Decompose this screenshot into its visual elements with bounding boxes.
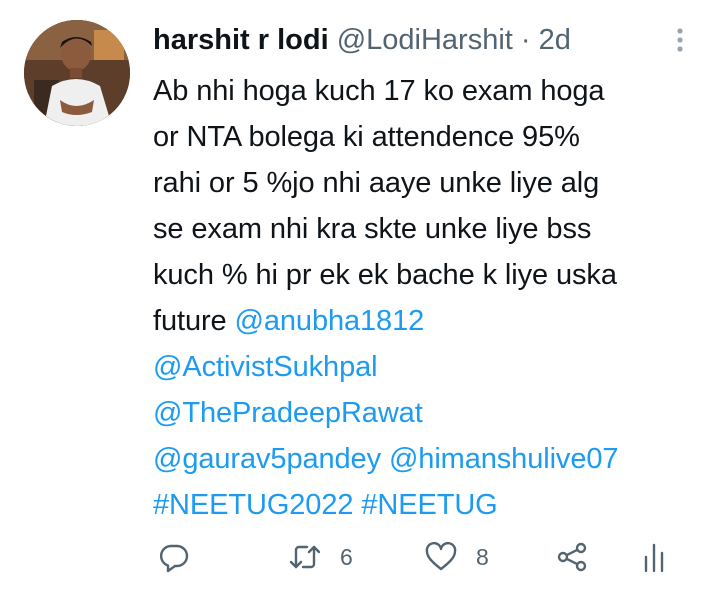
tweet-text: Ab nhi hoga kuch 17 ko exam hoga or NTA … bbox=[153, 68, 698, 528]
reply-icon bbox=[159, 544, 189, 573]
analytics-button[interactable] bbox=[640, 532, 668, 582]
retweet-count: 6 bbox=[340, 543, 353, 570]
mention-link[interactable]: @himanshulive07 bbox=[389, 443, 619, 475]
hashtag-link[interactable]: #NEETUG bbox=[361, 489, 497, 521]
tweet-card[interactable]: harshit r lodi @LodiHarshit · 2d Ab nhi … bbox=[0, 0, 719, 595]
author-handle[interactable]: @LodiHarshit bbox=[337, 24, 513, 56]
share-icon bbox=[557, 542, 587, 572]
tweet-text-line: se exam nhi kra skte unke liye bss bbox=[153, 206, 698, 252]
tweet-text-line: rahi or 5 %jo nhi aaye unke liye alg bbox=[153, 160, 698, 206]
analytics-icon bbox=[644, 543, 664, 573]
heart-icon bbox=[425, 541, 457, 571]
text-segment: rahi or 5 %jo nhi aaye unke liye alg bbox=[153, 167, 600, 199]
retweet-icon bbox=[289, 545, 321, 569]
text-segment: se exam nhi kra skte unke liye bss bbox=[153, 213, 592, 245]
like-count: 8 bbox=[476, 543, 489, 570]
separator-dot: · bbox=[520, 24, 531, 56]
tweet-text-line: future @anubha1812 bbox=[153, 298, 698, 344]
tweet-text-line: @gaurav5pandey @himanshulive07 bbox=[153, 436, 698, 482]
tweet-actions: 6 8 bbox=[0, 532, 719, 582]
tweet-text-line: #NEETUG2022 #NEETUG bbox=[153, 482, 698, 528]
text-segment: or NTA bolega ki attendence 95% bbox=[153, 121, 580, 153]
tweet-text-line: or NTA bolega ki attendence 95% bbox=[153, 114, 698, 160]
tweet-header: harshit r lodi @LodiHarshit · 2d bbox=[153, 20, 673, 60]
reply-button[interactable] bbox=[158, 532, 190, 582]
tweet-timestamp[interactable]: 2d bbox=[539, 24, 571, 56]
text-segment: Ab nhi hoga kuch 17 ko exam hoga bbox=[153, 75, 605, 107]
more-options-button[interactable] bbox=[668, 20, 692, 60]
tweet-text-line: @ThePradeepRawat bbox=[153, 390, 698, 436]
tweet-text-line: kuch % hi pr ek ek bache k liye uska bbox=[153, 252, 698, 298]
more-vertical-icon bbox=[677, 28, 683, 52]
hashtag-link[interactable]: #NEETUG2022 bbox=[153, 489, 353, 521]
share-button[interactable] bbox=[555, 532, 589, 582]
author-name[interactable]: harshit r lodi bbox=[153, 24, 329, 56]
tweet-text-line: @ActivistSukhpal bbox=[153, 344, 698, 390]
mention-link[interactable]: @ThePradeepRawat bbox=[153, 397, 423, 429]
retweet-button[interactable]: 6 bbox=[288, 532, 353, 582]
avatar-image bbox=[24, 20, 130, 126]
like-button[interactable]: 8 bbox=[424, 532, 489, 582]
text-segment: kuch % hi pr ek ek bache k liye uska bbox=[153, 259, 617, 291]
mention-link[interactable]: @gaurav5pandey bbox=[153, 443, 381, 475]
text-segment: future bbox=[153, 305, 235, 337]
tweet-text-line: Ab nhi hoga kuch 17 ko exam hoga bbox=[153, 68, 698, 114]
mention-link[interactable]: @anubha1812 bbox=[235, 305, 425, 337]
mention-link[interactable]: @ActivistSukhpal bbox=[153, 351, 378, 383]
avatar[interactable] bbox=[24, 20, 130, 126]
